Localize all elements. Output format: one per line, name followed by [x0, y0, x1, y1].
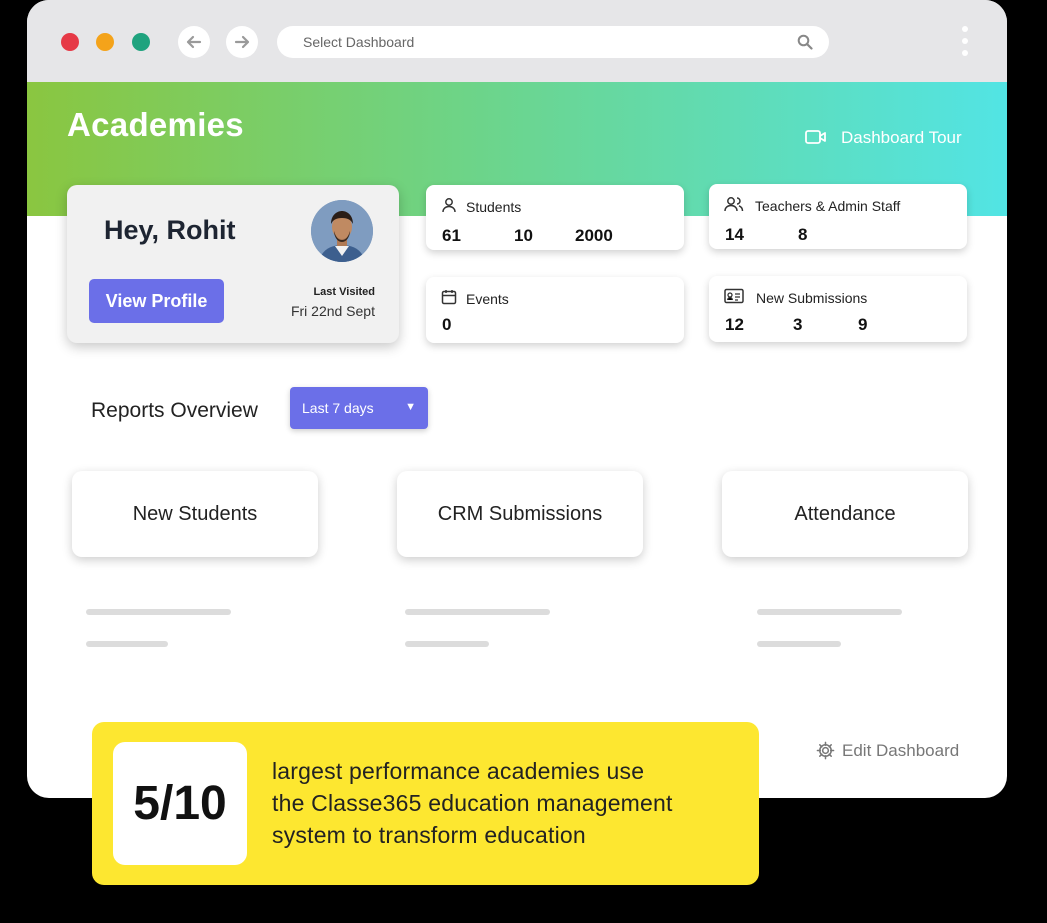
report-tile-new-students[interactable]: New Students — [72, 471, 318, 557]
back-button[interactable] — [178, 26, 210, 58]
users-icon — [724, 197, 744, 212]
promo-stat: 5/10 — [113, 742, 247, 865]
forward-button[interactable] — [226, 26, 258, 58]
arrow-right-icon — [234, 35, 250, 49]
submissions-title: New Submissions — [756, 290, 868, 306]
page-title: Academies — [67, 106, 244, 143]
browser-titlebar: Select Dashboard — [27, 0, 1007, 82]
address-bar[interactable]: Select Dashboard — [277, 26, 829, 58]
arrow-left-icon — [186, 35, 202, 49]
view-profile-button[interactable]: View Profile — [89, 279, 224, 323]
promo-line: the Classe365 education management — [272, 790, 673, 816]
students-value: 61 — [442, 226, 461, 245]
caret-down-icon: ▼ — [405, 401, 416, 413]
date-range-value: Last 7 days — [302, 400, 374, 416]
last-visited-label: Last Visited — [313, 286, 375, 298]
teachers-value: 14 — [725, 225, 744, 244]
close-window-dot[interactable] — [61, 33, 79, 51]
promo-line: system to transform education — [272, 822, 586, 848]
report-tile-crm-submissions[interactable]: CRM Submissions — [397, 471, 643, 557]
dashboard-tour-label: Dashboard Tour — [841, 128, 962, 147]
skeleton-line — [405, 641, 489, 647]
promo-text: largest performance academies use the Cl… — [272, 755, 673, 851]
teachers-title: Teachers & Admin Staff — [755, 198, 901, 214]
gear-icon — [816, 741, 835, 760]
more-options-icon[interactable] — [961, 26, 969, 60]
report-tile-attendance[interactable]: Attendance — [722, 471, 968, 557]
date-range-dropdown[interactable]: Last 7 days ▼ — [290, 387, 428, 429]
skeleton-line — [86, 609, 231, 615]
id-card-icon — [724, 288, 744, 304]
events-value: 0 — [442, 315, 452, 334]
maximize-window-dot[interactable] — [132, 33, 150, 51]
students-card[interactable]: Students 61 10 2000 — [426, 185, 684, 250]
teachers-card[interactable]: Teachers & Admin Staff 14 8 — [709, 184, 967, 249]
search-icon[interactable] — [797, 34, 813, 50]
profile-card: Hey, Rohit View Profile Last Visited Fri… — [67, 185, 399, 343]
students-value: 10 — [514, 226, 533, 245]
skeleton-line — [757, 641, 841, 647]
promo-banner: 5/10 largest performance academies use t… — [92, 722, 759, 885]
events-title: Events — [466, 291, 509, 307]
submissions-value: 12 — [725, 315, 744, 334]
calendar-icon — [441, 290, 457, 305]
edit-dashboard-label: Edit Dashboard — [842, 741, 960, 760]
students-title: Students — [466, 199, 522, 215]
submissions-value: 3 — [793, 315, 803, 334]
skeleton-line — [405, 609, 550, 615]
avatar[interactable] — [311, 200, 373, 262]
promo-line: largest performance academies use — [272, 758, 645, 784]
user-photo-icon — [311, 200, 373, 262]
students-value: 2000 — [575, 226, 613, 245]
user-icon — [442, 198, 456, 213]
video-camera-icon — [805, 130, 826, 144]
submissions-value: 9 — [858, 315, 868, 334]
skeleton-line — [757, 609, 902, 615]
reports-overview-title: Reports Overview — [91, 399, 258, 422]
address-placeholder: Select Dashboard — [303, 34, 415, 50]
minimize-window-dot[interactable] — [96, 33, 114, 51]
browser-window: Select Dashboard Academies Dashboard Tou… — [27, 0, 1007, 798]
submissions-card[interactable]: New Submissions 12 3 9 — [709, 276, 967, 342]
last-visited-date: Fri 22nd Sept — [290, 303, 375, 319]
events-card[interactable]: Events 0 — [426, 277, 684, 343]
greeting: Hey, Rohit — [104, 215, 236, 245]
skeleton-line — [86, 641, 168, 647]
teachers-value: 8 — [798, 225, 808, 244]
